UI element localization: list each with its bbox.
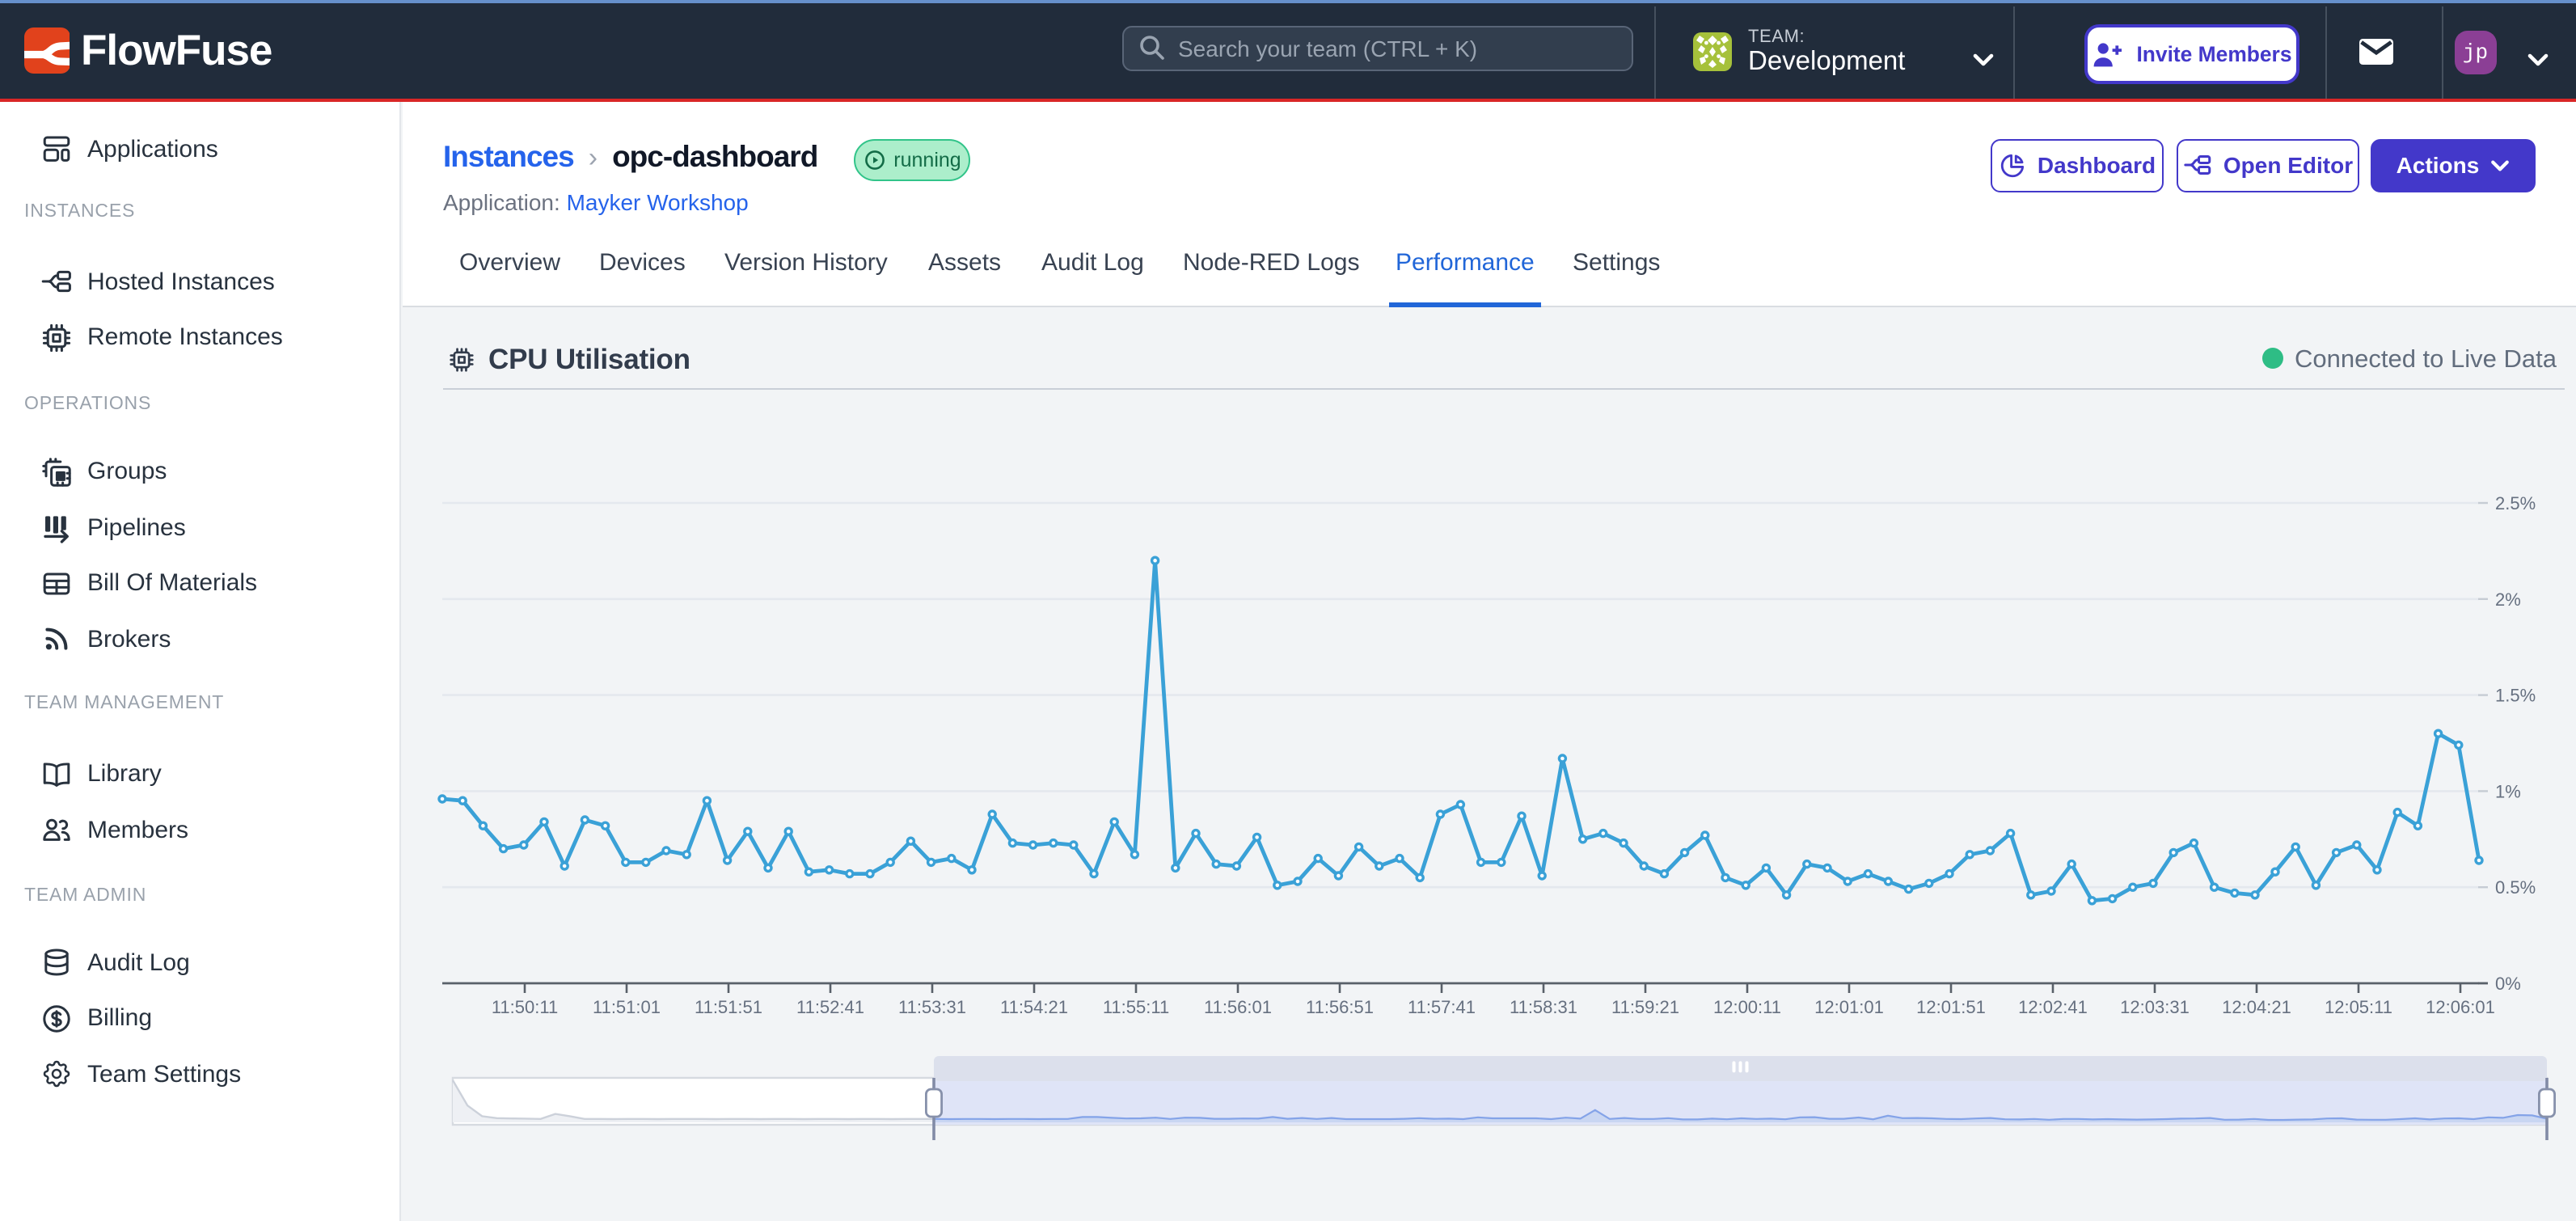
svg-text:11:52:41: 11:52:41 [796, 997, 864, 1017]
svg-text:11:51:01: 11:51:01 [593, 997, 661, 1017]
svg-text:11:56:51: 11:56:51 [1306, 997, 1374, 1017]
svg-text:12:01:01: 12:01:01 [1814, 997, 1884, 1017]
svg-text:11:51:51: 11:51:51 [695, 997, 762, 1017]
svg-text:2%: 2% [2495, 589, 2521, 610]
svg-text:12:01:51: 12:01:51 [1916, 997, 1986, 1017]
svg-text:12:04:21: 12:04:21 [2222, 997, 2291, 1017]
svg-text:12:00:11: 12:00:11 [1713, 997, 1781, 1017]
svg-text:1.5%: 1.5% [2495, 686, 2536, 706]
svg-text:11:53:31: 11:53:31 [898, 997, 966, 1017]
svg-text:12:02:41: 12:02:41 [2018, 997, 2088, 1017]
svg-text:12:05:11: 12:05:11 [2325, 997, 2392, 1017]
svg-text:11:56:01: 11:56:01 [1204, 997, 1272, 1017]
svg-text:0.5%: 0.5% [2495, 877, 2536, 898]
svg-text:1%: 1% [2495, 781, 2521, 801]
svg-text:11:58:31: 11:58:31 [1510, 997, 1577, 1017]
svg-text:0%: 0% [2495, 974, 2521, 994]
svg-text:11:59:21: 11:59:21 [1611, 997, 1679, 1017]
svg-text:11:50:11: 11:50:11 [492, 997, 558, 1017]
svg-text:12:06:01: 12:06:01 [2426, 997, 2495, 1017]
svg-text:12:03:31: 12:03:31 [2120, 997, 2190, 1017]
svg-text:2.5%: 2.5% [2495, 493, 2536, 513]
svg-text:11:57:41: 11:57:41 [1408, 997, 1476, 1017]
svg-text:11:55:11: 11:55:11 [1103, 997, 1169, 1017]
svg-text:11:54:21: 11:54:21 [1000, 997, 1068, 1017]
